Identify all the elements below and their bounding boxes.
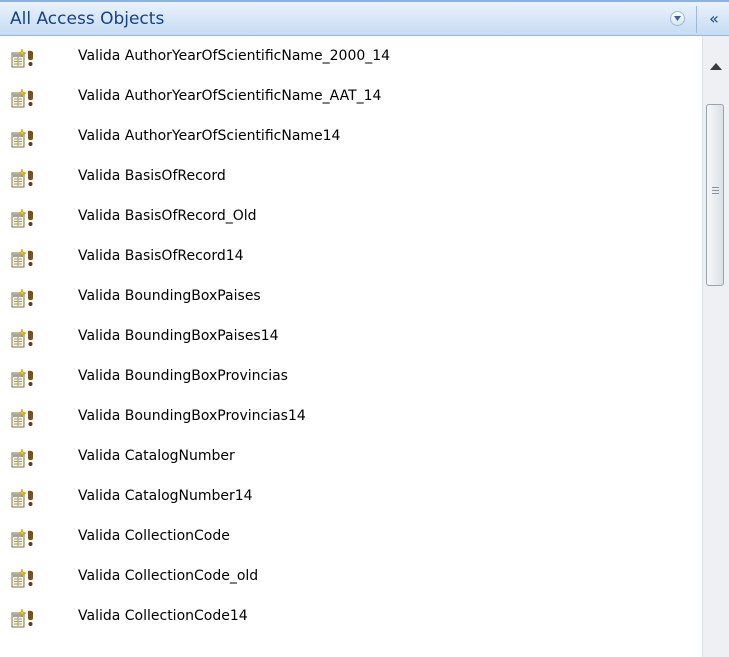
- list-item[interactable]: Valida CollectionCode14: [0, 596, 702, 636]
- list-item-label: Valida AuthorYearOfScientificName14: [78, 128, 341, 144]
- list-item[interactable]: Valida AuthorYearOfScientificName_2000_1…: [0, 36, 702, 76]
- update-query-icon: [11, 448, 33, 468]
- list-item[interactable]: Valida BoundingBoxProvincias: [0, 356, 702, 396]
- list-item-label: Valida BoundingBoxProvincias14: [78, 408, 306, 424]
- object-list: Valida AuthorYearOfScientificName_2000_1…: [0, 36, 702, 657]
- update-query-icon: [11, 488, 33, 508]
- grip-icon: [712, 187, 719, 194]
- update-query-icon: [11, 128, 33, 148]
- list-item-label: Valida BoundingBoxPaises: [78, 288, 261, 304]
- update-query-icon: [11, 48, 33, 68]
- list-item-label: Valida AuthorYearOfScientificName_2000_1…: [78, 48, 391, 64]
- list-item-label: Valida CatalogNumber: [78, 448, 235, 464]
- update-query-icon: [11, 568, 33, 588]
- scroll-up-button[interactable]: [703, 36, 729, 98]
- list-item[interactable]: Valida CollectionCode_old: [0, 556, 702, 596]
- double-chevron-left-icon: «: [709, 9, 719, 28]
- update-query-icon: [11, 328, 33, 348]
- list-item[interactable]: Valida CatalogNumber14: [0, 476, 702, 516]
- list-item[interactable]: Valida BasisOfRecord: [0, 156, 702, 196]
- list-item-label: Valida CollectionCode_old: [78, 568, 259, 584]
- list-item-label: Valida BasisOfRecord: [78, 168, 226, 184]
- list-item-label: Valida BasisOfRecord_Old: [78, 208, 257, 224]
- vertical-scrollbar[interactable]: [702, 36, 729, 657]
- list-item[interactable]: Valida BoundingBoxPaises: [0, 276, 702, 316]
- shutter-bar-collapse-button[interactable]: «: [703, 9, 725, 31]
- update-query-icon: [11, 248, 33, 268]
- chevron-down-circle-icon[interactable]: [670, 11, 685, 26]
- list-item[interactable]: Valida BasisOfRecord_Old: [0, 196, 702, 236]
- update-query-icon: [11, 168, 33, 188]
- list-item-label: Valida CollectionCode: [78, 528, 230, 544]
- list-item-label: Valida BoundingBoxPaises14: [78, 328, 279, 344]
- list-item[interactable]: Valida CatalogNumber: [0, 436, 702, 476]
- update-query-icon: [11, 88, 33, 108]
- navigation-pane: All Access Objects « Valida AuthorYearOf…: [0, 0, 729, 657]
- list-item[interactable]: Valida AuthorYearOfScientificName_AAT_14: [0, 76, 702, 116]
- update-query-icon: [11, 368, 33, 388]
- update-query-icon: [11, 408, 33, 428]
- navigation-pane-title[interactable]: All Access Objects: [10, 9, 164, 29]
- list-item[interactable]: Valida BasisOfRecord14: [0, 236, 702, 276]
- update-query-icon: [11, 608, 33, 628]
- list-item[interactable]: Valida CollectionCode: [0, 516, 702, 556]
- list-item-label: Valida BasisOfRecord14: [78, 248, 244, 264]
- update-query-icon: [11, 208, 33, 228]
- list-item-label: Valida BoundingBoxProvincias: [78, 368, 288, 384]
- list-item[interactable]: Valida AuthorYearOfScientificName14: [0, 116, 702, 156]
- list-item[interactable]: Valida BoundingBoxProvincias14: [0, 396, 702, 436]
- list-item[interactable]: Valida BoundingBoxPaises14: [0, 316, 702, 356]
- navigation-pane-header[interactable]: All Access Objects «: [0, 0, 729, 36]
- update-query-icon: [11, 288, 33, 308]
- arrow-up-icon: [710, 63, 722, 70]
- update-query-icon: [11, 528, 33, 548]
- scrollbar-thumb[interactable]: [706, 104, 724, 286]
- list-item-label: Valida CollectionCode14: [78, 608, 248, 624]
- list-item-label: Valida CatalogNumber14: [78, 488, 253, 504]
- header-divider: [696, 6, 697, 33]
- list-item-label: Valida AuthorYearOfScientificName_AAT_14: [78, 88, 382, 104]
